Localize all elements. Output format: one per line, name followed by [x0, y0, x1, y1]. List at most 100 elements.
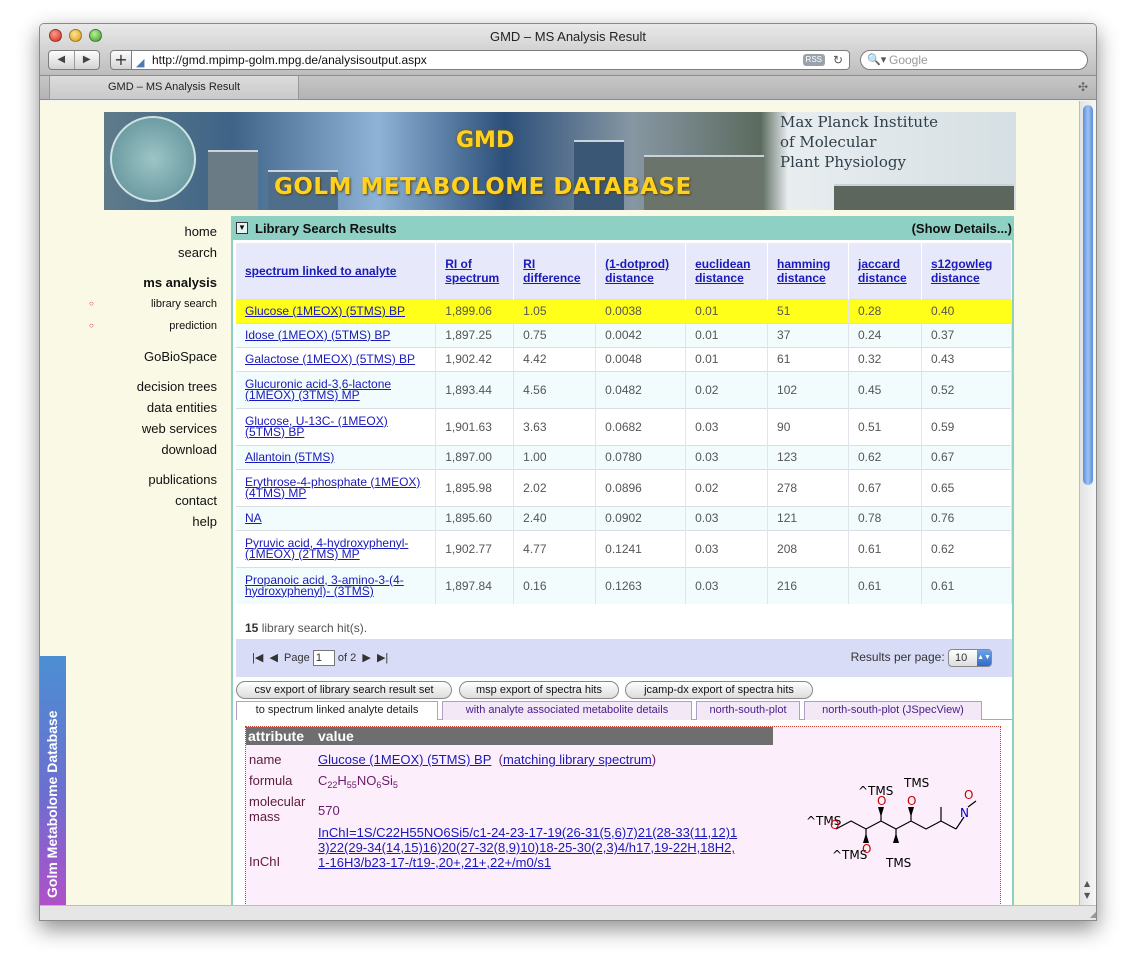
column-header[interactable]: RI of spectrum: [435, 243, 515, 299]
table-row[interactable]: Idose (1MEOX) (5TMS) BP 1,897.25 0.75 0.004…: [236, 322, 1012, 347]
tab-north-south-jspecview[interactable]: north-south-plot (JSpecView): [804, 701, 982, 720]
table-cell: 4.42: [513, 346, 597, 371]
column-header[interactable]: spectrum linked to analyte: [236, 243, 437, 299]
panel-title: Library Search Results: [255, 221, 397, 236]
analyte-cell[interactable]: NA: [236, 505, 437, 530]
sort-link[interactable]: RI difference: [523, 257, 580, 285]
sort-link[interactable]: jaccard distance: [858, 257, 907, 285]
analyte-link[interactable]: Glucose (1MEOX) (5TMS) BP: [245, 305, 426, 317]
tab-metabolite-details[interactable]: with analyte associated metabolite detai…: [442, 701, 692, 720]
table-row[interactable]: Pyruvic acid, 4-hydroxyphenyl- (1MEOX) (…: [236, 529, 1012, 567]
table-row[interactable]: Glucuronic acid-3,6-lactone (1MEOX) (3TM…: [236, 370, 1012, 408]
show-details-link[interactable]: (Show Details...): [912, 221, 1012, 236]
analyte-name-link[interactable]: Glucose (1MEOX) (5TMS) BP: [318, 752, 491, 767]
reload-icon[interactable]: ↻: [833, 51, 843, 69]
table-cell: 0.03: [685, 407, 769, 445]
analyte-cell[interactable]: Idose (1MEOX) (5TMS) BP: [236, 322, 437, 347]
matching-spectrum-link[interactable]: matching library spectrum: [503, 752, 652, 767]
csv-export-button[interactable]: csv export of library search result set: [236, 681, 452, 699]
jcamp-export-button[interactable]: jcamp-dx export of spectra hits: [625, 681, 813, 699]
analyte-cell[interactable]: Glucuronic acid-3,6-lactone (1MEOX) (3TM…: [236, 370, 437, 408]
sidebar-item-help[interactable]: help: [80, 511, 217, 532]
sidebar-item-prediction[interactable]: ○ prediction: [80, 315, 217, 337]
table-cell: 0.40: [921, 298, 1012, 323]
table-row[interactable]: Erythrose-4-phosphate (1MEOX) (4TMS) MP 1…: [236, 468, 1012, 506]
column-header[interactable]: euclidean distance: [685, 243, 769, 299]
sort-link[interactable]: s12gowleg distance: [931, 257, 992, 285]
add-bookmark-button[interactable]: +: [110, 50, 132, 70]
page-number-input[interactable]: 1: [312, 650, 335, 666]
vertical-scrollbar[interactable]: ▲ ▼: [1079, 101, 1096, 905]
table-row[interactable]: Propanoic acid, 3-amino-3-(4-hydroxyphen…: [236, 566, 1012, 604]
pager-nav: |◀ ◀ Page 1 of 2 ▶ ▶|: [252, 650, 388, 666]
tab-analyte-details[interactable]: to spectrum linked analyte details: [236, 701, 438, 720]
tab-north-south-plot[interactable]: north-south-plot: [696, 701, 800, 720]
table-row[interactable]: Glucose (1MEOX) (5TMS) BP 1,899.06 1.05 0.0…: [236, 298, 1012, 323]
sidebar-item-search[interactable]: search: [80, 242, 217, 263]
column-header[interactable]: s12gowleg distance: [921, 243, 1012, 299]
analyte-cell[interactable]: Allantoin (5TMS): [236, 444, 437, 469]
rss-icon[interactable]: RSS: [802, 54, 825, 66]
side-logo-text: Golm Metabolome Database: [44, 710, 60, 899]
analyte-link[interactable]: Allantoin (5TMS): [245, 451, 426, 463]
sort-link[interactable]: hamming distance: [777, 257, 830, 285]
sidebar-item-home[interactable]: home: [80, 221, 217, 242]
analyte-link[interactable]: Propanoic acid, 3-amino-3-(4-hydroxyphen…: [245, 574, 426, 597]
new-tab-icon[interactable]: ✣: [1078, 80, 1088, 94]
analyte-cell[interactable]: Glucose (1MEOX) (5TMS) BP: [236, 298, 437, 323]
address-bar[interactable]: ◢ http://gmd.mpimp-golm.mpg.de/analysiso…: [132, 50, 850, 70]
scroll-down-icon[interactable]: ▼: [1084, 891, 1090, 900]
sort-link[interactable]: (1-dotprod) distance: [605, 257, 669, 285]
tab-current[interactable]: GMD – MS Analysis Result: [49, 76, 299, 100]
msp-export-button[interactable]: msp export of spectra hits: [459, 681, 619, 699]
next-page-icon[interactable]: ▶: [362, 652, 370, 664]
analyte-link[interactable]: NA: [245, 512, 426, 524]
analyte-link[interactable]: Glucuronic acid-3,6-lactone (1MEOX) (3TM…: [245, 378, 426, 401]
table-row[interactable]: Glucose, U-13C- (1MEOX) (5TMS) BP 1,901.6…: [236, 407, 1012, 445]
analyte-cell[interactable]: Galactose (1MEOX) (5TMS) BP: [236, 346, 437, 371]
analyte-cell[interactable]: Pyruvic acid, 4-hydroxyphenyl- (1MEOX) (…: [236, 529, 437, 567]
column-header[interactable]: jaccard distance: [848, 243, 922, 299]
first-page-icon[interactable]: |◀: [252, 652, 263, 664]
results-per-page-select[interactable]: 10 ▲▼: [948, 649, 992, 667]
analyte-cell[interactable]: Propanoic acid, 3-amino-3-(4-hydroxyphen…: [236, 566, 437, 604]
table-row[interactable]: Galactose (1MEOX) (5TMS) BP 1,902.42 4.42 0…: [236, 346, 1012, 371]
forward-arrow-icon[interactable]: ▶: [75, 51, 100, 69]
analyte-link[interactable]: Glucose, U-13C- (1MEOX) (5TMS) BP: [245, 415, 426, 438]
table-cell: 3.63: [513, 407, 597, 445]
sidebar-item-ms-analysis[interactable]: ms analysis: [80, 272, 217, 293]
sidebar-item-data-entities[interactable]: data entities: [80, 397, 217, 418]
last-page-icon[interactable]: ▶|: [377, 652, 388, 664]
column-header[interactable]: (1-dotprod) distance: [595, 243, 687, 299]
search-input[interactable]: 🔍▾ Google: [860, 50, 1088, 70]
column-header[interactable]: RI difference: [513, 243, 597, 299]
resize-grip-icon[interactable]: ◢: [1090, 910, 1096, 919]
analyte-link[interactable]: Pyruvic acid, 4-hydroxyphenyl- (1MEOX) (…: [245, 537, 426, 560]
column-header[interactable]: hamming distance: [767, 243, 849, 299]
scrollbar-thumb[interactable]: [1083, 105, 1093, 485]
scroll-up-icon[interactable]: ▲: [1084, 879, 1090, 888]
analyte-link[interactable]: Galactose (1MEOX) (5TMS) BP: [245, 353, 426, 365]
table-row[interactable]: Allantoin (5TMS) 1,897.00 1.00 0.0780 0.03 12…: [236, 444, 1012, 469]
sidebar-item-publications[interactable]: publications: [80, 469, 217, 490]
collapse-icon[interactable]: ▼: [236, 222, 248, 234]
analyte-link[interactable]: Erythrose-4-phosphate (1MEOX) (4TMS) MP: [245, 476, 426, 499]
analyte-link[interactable]: Idose (1MEOX) (5TMS) BP: [245, 329, 426, 341]
back-arrow-icon[interactable]: ◀: [49, 51, 75, 69]
table-row[interactable]: NA 1,895.60 2.40 0.0902 0.03 121 0.78 0.76: [236, 505, 1012, 530]
analyte-cell[interactable]: Glucose, U-13C- (1MEOX) (5TMS) BP: [236, 407, 437, 445]
analyte-cell[interactable]: Erythrose-4-phosphate (1MEOX) (4TMS) MP: [236, 468, 437, 506]
sidebar-item-decision-trees[interactable]: decision trees: [80, 376, 217, 397]
sidebar-item-contact[interactable]: contact: [80, 490, 217, 511]
inchi-value: InChI=1S/C22H55NO6Si5/c1-24-23-17-19(26-…: [318, 825, 738, 870]
inchi-link[interactable]: InChI=1S/C22H55NO6Si5/c1-24-23-17-19(26-…: [318, 825, 737, 870]
sidebar-item-gobiospace[interactable]: GoBioSpace: [80, 346, 217, 367]
prev-page-icon[interactable]: ◀: [269, 652, 277, 664]
table-cell: 0.03: [685, 529, 769, 567]
sort-link[interactable]: RI of spectrum: [445, 257, 499, 285]
sort-link[interactable]: euclidean distance: [695, 257, 750, 285]
sidebar-item-web-services[interactable]: web services: [80, 418, 217, 439]
sort-link[interactable]: spectrum linked to analyte: [245, 264, 396, 278]
sidebar-item-download[interactable]: download: [80, 439, 217, 460]
sidebar-item-library-search[interactable]: ○ library search: [80, 293, 217, 315]
